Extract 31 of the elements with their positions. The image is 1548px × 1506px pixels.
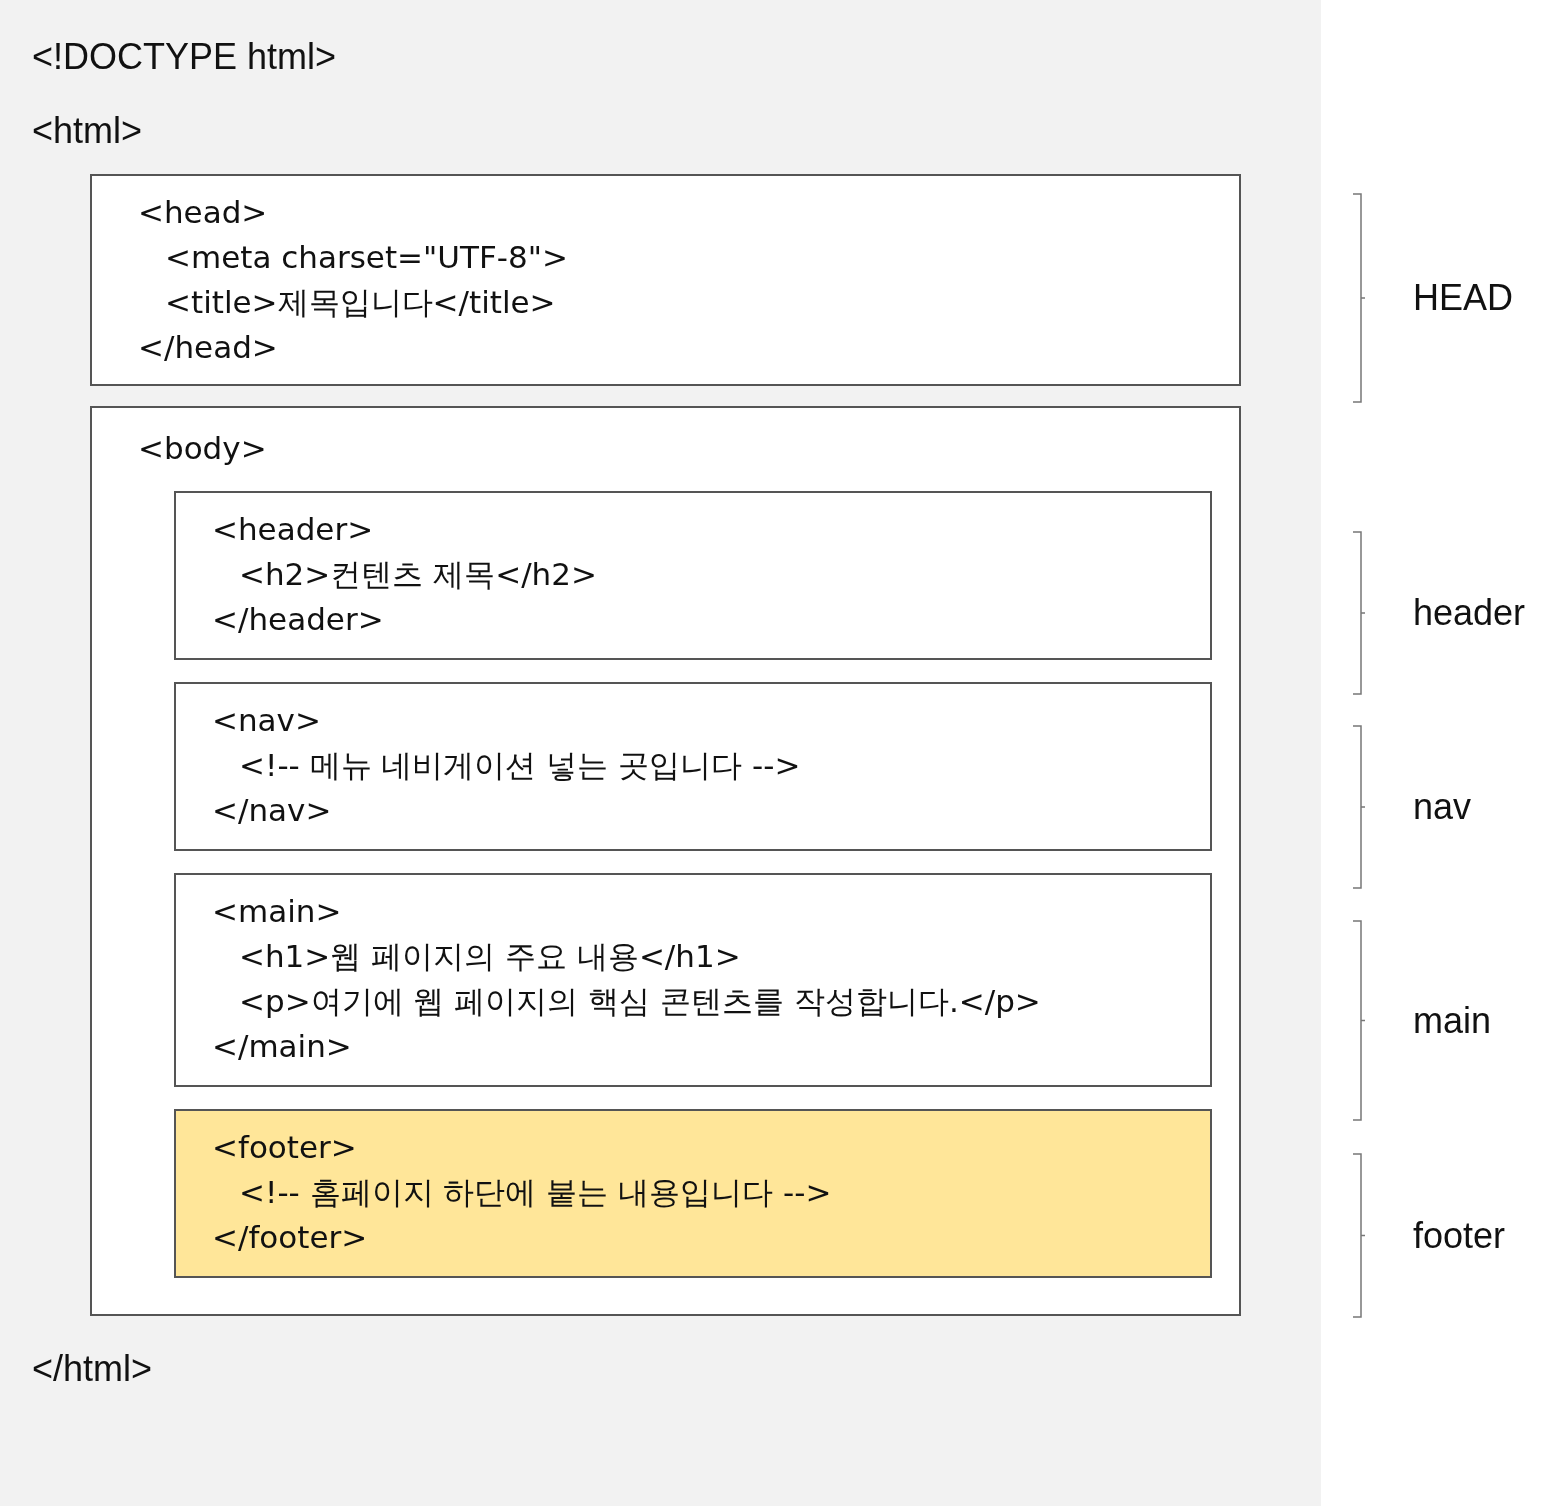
code-line: <p>여기에 웹 페이지의 핵심 콘텐츠를 작성합니다.</p>: [239, 982, 1041, 1021]
html-close-tag: </html>: [32, 1342, 153, 1396]
bracket-icon: [1351, 920, 1365, 1121]
code-line: </nav>: [212, 791, 332, 830]
code-line: <nav>: [212, 701, 321, 740]
bracket-icon: [1351, 725, 1365, 889]
code-line: <title>제목입니다</title>: [165, 283, 556, 322]
code-line: <!-- 메뉴 네비게이션 넣는 곳입니다 -->: [239, 746, 801, 785]
code-line: <h1>웹 페이지의 주요 내용</h1>: [239, 937, 741, 976]
section-label: HEAD: [1413, 277, 1514, 319]
code-line: <head>: [138, 193, 268, 232]
section-label: header: [1413, 592, 1526, 634]
code-line: </header>: [212, 600, 384, 639]
code-line: <h2>컨텐츠 제목</h2>: [239, 555, 597, 594]
bracket-icon: [1351, 531, 1365, 695]
code-line: <main>: [212, 892, 342, 931]
code-line: <!-- 홈페이지 하단에 붙는 내용입니다 -->: [239, 1173, 832, 1212]
code-line: <meta charset="UTF-8">: [165, 238, 568, 277]
code-line: <header>: [212, 510, 374, 549]
code-line: </footer>: [212, 1218, 368, 1257]
section-label: main: [1413, 999, 1492, 1042]
section-label: footer: [1413, 1214, 1506, 1257]
html-open-tag: <html>: [32, 104, 143, 158]
code-line: <body>: [138, 429, 267, 468]
bracket-icon: [1351, 193, 1365, 403]
code-line: </head>: [138, 328, 278, 367]
bracket-icon: [1351, 1153, 1365, 1318]
code-line: <footer>: [212, 1128, 357, 1167]
section-label: nav: [1413, 786, 1472, 828]
doctype-tag: <!DOCTYPE html>: [32, 30, 337, 84]
code-line: </main>: [212, 1027, 352, 1066]
